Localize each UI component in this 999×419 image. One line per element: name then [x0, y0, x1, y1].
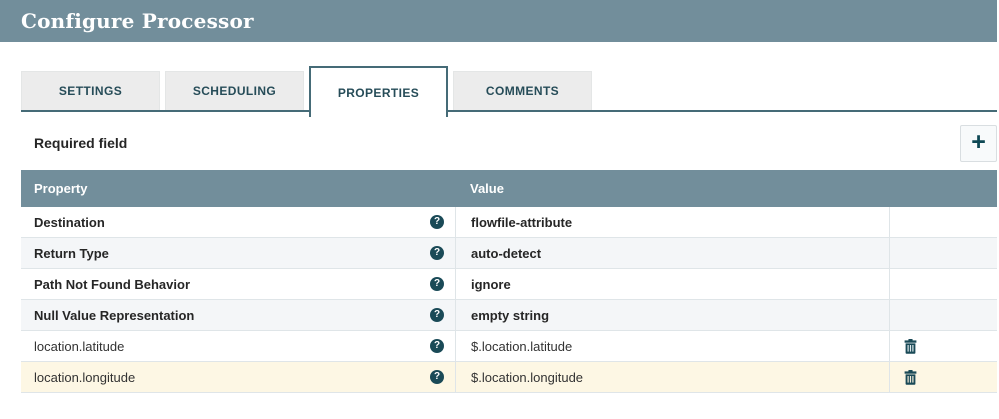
- help-icon[interactable]: ?: [430, 246, 444, 260]
- property-value: empty string: [471, 308, 549, 323]
- property-value: $.location.longitude: [471, 370, 583, 385]
- help-icon[interactable]: ?: [430, 277, 444, 291]
- property-value-cell[interactable]: $.location.longitude: [455, 362, 889, 392]
- table-row[interactable]: Destination ? flowfile-attribute: [21, 207, 997, 238]
- tab-scheduling-label: SCHEDULING: [193, 84, 276, 98]
- tab-scheduling[interactable]: SCHEDULING: [165, 71, 304, 111]
- property-value: $.location.latitude: [471, 339, 572, 354]
- properties-table: Property Value Destination ? flowfile-at…: [21, 170, 997, 393]
- property-value: auto-detect: [471, 246, 541, 261]
- plus-icon: +: [971, 130, 986, 155]
- property-value-cell[interactable]: $.location.latitude: [455, 331, 889, 361]
- delete-cell: [889, 362, 997, 392]
- tab-comments-label: COMMENTS: [486, 84, 559, 98]
- property-value-cell[interactable]: ignore: [455, 269, 889, 299]
- table-row[interactable]: Null Value Representation ? empty string: [21, 300, 997, 331]
- delete-cell: [889, 269, 997, 299]
- tab-settings-label: SETTINGS: [59, 84, 122, 98]
- dialog-title: Configure Processor: [21, 9, 254, 33]
- tab-comments[interactable]: COMMENTS: [453, 71, 592, 111]
- delete-cell: [889, 331, 997, 361]
- help-icon[interactable]: ?: [430, 339, 444, 353]
- property-value-cell[interactable]: auto-detect: [455, 238, 889, 268]
- property-name: location.latitude: [34, 339, 124, 354]
- tab-bar: SETTINGS SCHEDULING PROPERTIES COMMENTS: [0, 66, 997, 117]
- table-header-row: Property Value: [21, 170, 997, 207]
- table-row[interactable]: Path Not Found Behavior ? ignore: [21, 269, 997, 300]
- trash-icon: [904, 339, 917, 354]
- property-value-cell[interactable]: empty string: [455, 300, 889, 330]
- property-name: Destination: [34, 215, 105, 230]
- required-field-label: Required field: [34, 135, 127, 151]
- property-name: Return Type: [34, 246, 109, 261]
- property-name: Null Value Representation: [34, 308, 194, 323]
- properties-toolbar: Required field +: [21, 124, 997, 162]
- delete-property-button[interactable]: [904, 370, 917, 385]
- table-row[interactable]: location.longitude ? $.location.longitud…: [21, 362, 997, 393]
- property-value: ignore: [471, 277, 511, 292]
- dialog-header: Configure Processor: [0, 0, 997, 42]
- properties-panel: Required field + Property Value Destinat…: [0, 124, 997, 393]
- table-row[interactable]: location.latitude ? $.location.latitude: [21, 331, 997, 362]
- trash-icon: [904, 370, 917, 385]
- delete-property-button[interactable]: [904, 339, 917, 354]
- add-property-button[interactable]: +: [960, 125, 997, 162]
- delete-cell: [889, 300, 997, 330]
- property-name: location.longitude: [34, 370, 135, 385]
- property-value: flowfile-attribute: [471, 215, 572, 230]
- column-header-value: Value: [455, 181, 889, 196]
- tab-properties-label: PROPERTIES: [338, 86, 419, 100]
- property-name: Path Not Found Behavior: [34, 277, 190, 292]
- help-icon[interactable]: ?: [430, 308, 444, 322]
- delete-cell: [889, 238, 997, 268]
- help-icon[interactable]: ?: [430, 215, 444, 229]
- property-value-cell[interactable]: flowfile-attribute: [455, 207, 889, 237]
- configure-processor-dialog: Configure Processor SETTINGS SCHEDULING …: [0, 0, 997, 419]
- tab-properties[interactable]: PROPERTIES: [309, 66, 448, 117]
- help-icon[interactable]: ?: [430, 370, 444, 384]
- tab-settings[interactable]: SETTINGS: [21, 71, 160, 111]
- column-header-property: Property: [21, 181, 455, 196]
- table-row[interactable]: Return Type ? auto-detect: [21, 238, 997, 269]
- delete-cell: [889, 207, 997, 237]
